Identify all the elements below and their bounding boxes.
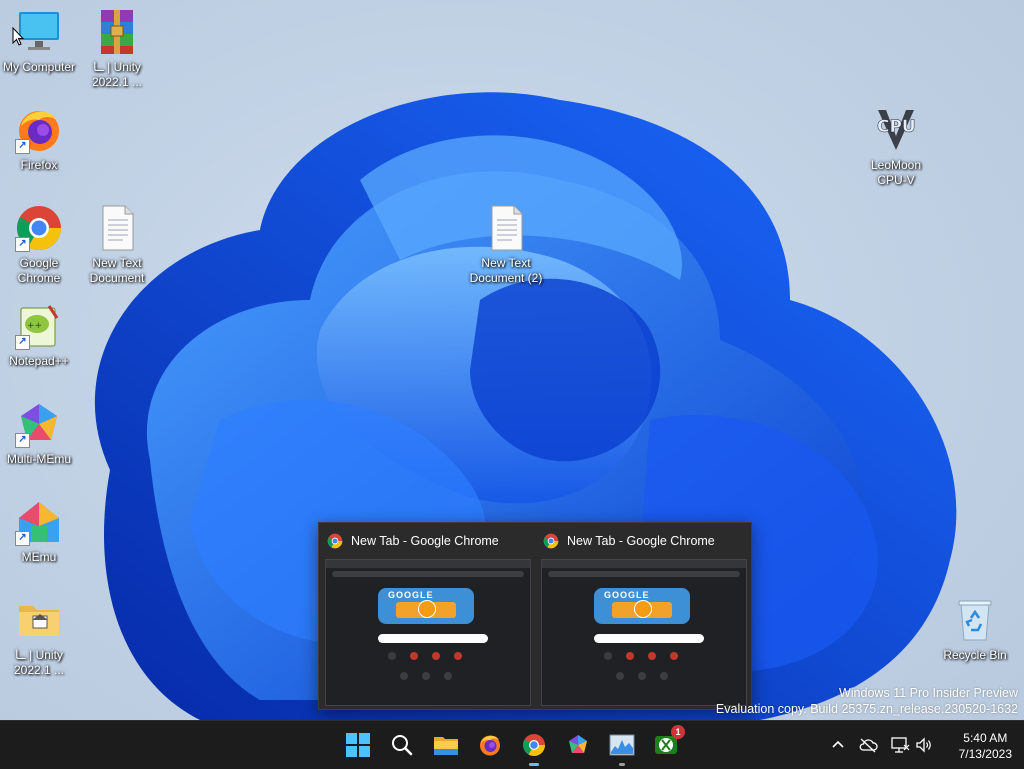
search-button[interactable] [386,729,418,761]
watermark-line-2: Evaluation copy. Build 25375.zn_release.… [715,702,1018,716]
desktop-icon-label: New Text Document [89,256,145,285]
shortcut-arrow-icon: ↗ [15,335,30,350]
watermark-line-1: Windows 11 Pro Insider Preview [838,686,1018,700]
start-button[interactable] [342,729,374,761]
firefox-button[interactable] [474,729,506,761]
mouse-cursor-icon [12,27,24,46]
chrome-button[interactable] [518,729,550,766]
search-box [594,634,704,643]
desktop-icon-unity-folder[interactable]: ــا | Unity 2022.1 ... [1,596,77,678]
search-icon [392,735,413,756]
evaluation-watermark: Windows 11 Pro Insider Preview Evaluatio… [716,685,1018,717]
desktop-icon-label: LeoMoon CPU-V [870,158,922,187]
folder-icon [434,737,458,755]
window-thumbnail[interactable]: New Tab - Google Chrome GOOGLE [535,523,751,709]
desktop-icon-label: Multi-MEmu [6,452,71,466]
recycle-bin-icon [951,596,999,644]
desktop-icon-label: Notepad++ [9,354,69,368]
desktop-icon-firefox[interactable]: ↗ Firefox [1,106,77,173]
firefox-icon: ↗ [15,106,63,154]
firefox-icon [480,735,500,756]
desktop-icon-label: Google Chrome [17,256,61,285]
clock[interactable]: 5:40 AM 7/13/2023 [959,730,1012,762]
folder-icon [15,596,63,644]
desktop-icon-leomoon-cpu-v[interactable]: CPU LeoMoon CPU-V [858,106,934,188]
window-preview: GOOGLE [541,559,747,706]
desktop-icon-label: New Text Document (2) [469,256,543,285]
window-preview: GOOGLE [325,559,531,706]
network-icon [891,737,910,753]
task-manager-button[interactable] [606,729,638,766]
desktop-icon-unity-archive[interactable]: ــا | Unity 2022.1 ... [79,8,155,90]
chrome-icon [327,533,343,549]
winrar-archive-icon [93,8,141,56]
multi-memu-icon: ↗ [15,400,63,448]
windows-logo-icon [346,733,370,757]
chrome-icon [523,734,545,756]
desktop-icon-memu[interactable]: ↗ MEmu [1,498,77,565]
notepad-plus-plus-icon: ++ ↗ [15,302,63,350]
notification-badge: 1 [671,725,685,739]
desktop-icon-recycle-bin[interactable]: Recycle Bin [937,596,1013,663]
google-doodle: GOOGLE [594,588,690,624]
show-hidden-icons-button[interactable] [828,735,848,755]
window-thumbnail[interactable]: New Tab - Google Chrome GOOGLE [319,523,535,709]
file-explorer-button[interactable] [430,729,462,761]
desktop-icon-multi-memu[interactable]: ↗ Multi-MEmu [1,400,77,467]
clock-date: 7/13/2023 [958,747,1012,761]
shortcut-arrow-icon: ↗ [15,237,30,252]
desktop-icon-label: My Computer [2,60,76,74]
desktop-icon-label: ــا | Unity 2022.1 ... [13,648,65,677]
desktop-icon-label: ــا | Unity 2022.1 ... [91,60,143,89]
desktop-icon-notepad-plus-plus[interactable]: ++ ↗ Notepad++ [1,302,77,369]
taskbar: 1 5:40 AM 7/13/2023 [0,720,1024,769]
xbox-button[interactable]: 1 [650,725,685,761]
chrome-icon: ↗ [15,204,63,252]
shortcut-arrow-icon: ↗ [15,139,30,154]
window-title: New Tab - Google Chrome [567,534,715,548]
cpu-v-icon: CPU [872,106,920,154]
memu-icon: ↗ [15,498,63,546]
search-box [378,634,488,643]
google-doodle: GOOGLE [378,588,474,624]
onedrive-button[interactable] [858,735,878,755]
desktop-icon-new-text-document-2[interactable]: New Text Document (2) [468,204,544,286]
chart-icon [609,734,635,756]
window-title: New Tab - Google Chrome [351,534,499,548]
clock-time: 5:40 AM [963,731,1008,745]
text-document-icon [93,204,141,252]
volume-button[interactable] [914,735,934,755]
shortcut-arrow-icon: ↗ [15,531,30,546]
speaker-icon [916,737,931,753]
desktop-icon-label: Firefox [20,158,58,172]
taskbar-thumbnail-popup: New Tab - Google Chrome GOOGLE New Tab -… [318,522,752,710]
svg-text:++: ++ [27,321,42,331]
desktop-icon-google-chrome[interactable]: ↗ Google Chrome [1,204,77,286]
shortcut-arrow-icon: ↗ [15,433,30,448]
cloud-offline-icon [859,738,878,753]
text-document-icon [482,204,530,252]
multi-memu-button[interactable] [562,729,594,761]
desktop-icon-new-text-document[interactable]: New Text Document [79,204,155,286]
desktop-icon-label: Recycle Bin [943,648,1007,662]
memu-icon [569,735,587,753]
running-indicator [619,763,625,766]
running-indicator [529,763,539,766]
chrome-icon [543,533,559,549]
desktop-icon-label: MEmu [21,550,57,564]
chevron-up-icon [832,740,844,748]
network-button[interactable] [890,735,910,755]
cpu-logo-text: CPU [877,117,916,137]
